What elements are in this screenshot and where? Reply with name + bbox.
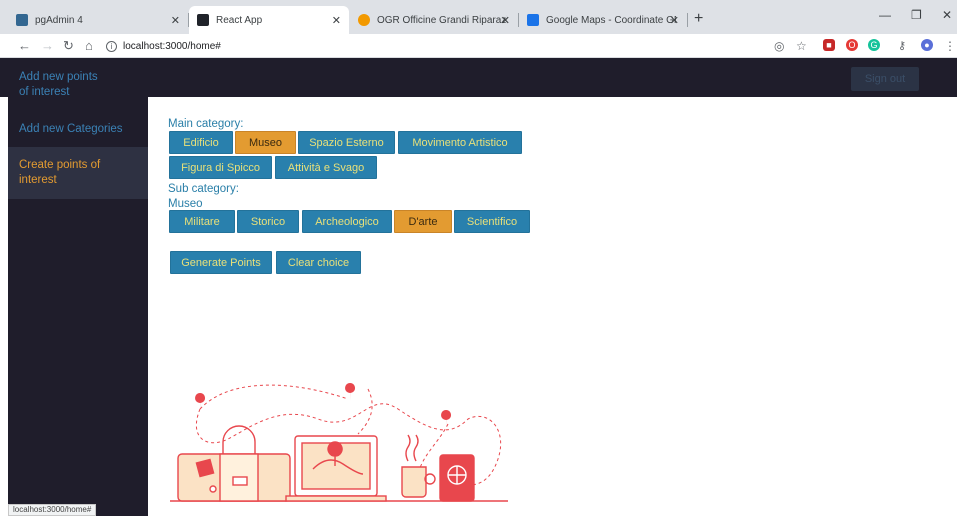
suitcase-icon (177, 425, 291, 502)
browser-tab-pgadmin[interactable]: pgAdmin 4 ✕ (8, 6, 188, 34)
category-edificio-button[interactable]: Edificio (169, 131, 233, 154)
passport-icon (439, 454, 475, 502)
travel-illustration (170, 383, 508, 502)
tab-title: Google Maps - Coordinate GPS - (546, 14, 676, 26)
extension-icon[interactable]: ■ (823, 39, 835, 51)
close-icon[interactable]: ✕ (501, 14, 510, 27)
main-content: Main category: Edificio Museo Spazio Est… (148, 97, 957, 516)
tab-separator (687, 13, 688, 27)
ogr-favicon-icon (358, 14, 370, 26)
restore-icon[interactable]: ❐ (911, 8, 922, 22)
tab-title: pgAdmin 4 (35, 14, 83, 26)
forward-icon[interactable]: → (41, 38, 54, 54)
close-window-icon[interactable]: ✕ (942, 8, 952, 22)
profile-avatar[interactable]: ● (921, 39, 933, 51)
sidebar-item-add-categories[interactable]: Add new Categories (8, 122, 148, 137)
browser-tab-react-app[interactable]: React App ✕ (189, 6, 349, 34)
sidebar-item-create-points[interactable]: Create points of interest (8, 147, 148, 199)
address-url: localhost:3000/home# (123, 40, 221, 52)
react-favicon-icon (197, 14, 209, 26)
sidebar-item-add-points[interactable]: Add new points of interest (8, 70, 120, 100)
category-museo-button[interactable]: Museo (235, 131, 296, 154)
browser-tab-google-maps[interactable]: Google Maps - Coordinate GPS - ✕ (519, 6, 687, 34)
maps-favicon-icon (527, 14, 539, 26)
main-category-label: Main category: (168, 118, 244, 130)
opera-extension-icon[interactable]: O (846, 39, 858, 51)
new-tab-icon[interactable]: + (694, 11, 703, 27)
category-figura-di-spicco-button[interactable]: Figura di Spicco (169, 156, 272, 179)
sub-archeologico-button[interactable]: Archeologico (302, 210, 392, 233)
close-icon[interactable]: ✕ (670, 14, 679, 27)
sub-darte-button[interactable]: D'arte (394, 210, 452, 233)
category-spazio-esterno-button[interactable]: Spazio Esterno (298, 131, 395, 154)
category-attivita-e-svago-button[interactable]: Attività e Svago (275, 156, 377, 179)
bookmark-star-icon[interactable]: ☆ (796, 38, 807, 54)
sidebar: Add new points of interest Add new Categ… (8, 58, 148, 516)
pgadmin-favicon-icon (16, 14, 28, 26)
close-icon[interactable]: ✕ (332, 14, 341, 27)
browser-toolbar: ← → ↻ ⌂ i localhost:3000/home# ◎ ☆ ■ O G… (0, 34, 957, 58)
browser-tab-strip: pgAdmin 4 ✕ React App ✕ OGR Officine Gra… (0, 0, 957, 34)
laptop-icon (285, 435, 387, 502)
sub-storico-button[interactable]: Storico (237, 210, 299, 233)
sub-scientifico-button[interactable]: Scientifico (454, 210, 530, 233)
status-bar-url: localhost:3000/home# (8, 504, 97, 516)
grammarly-icon[interactable]: G (868, 39, 880, 51)
browser-tab-ogr[interactable]: OGR Officine Grandi Riparazioni ✕ (350, 6, 518, 34)
back-icon[interactable]: ← (18, 38, 31, 54)
tab-title: OGR Officine Grandi Riparazioni (377, 14, 507, 26)
home-icon[interactable]: ⌂ (85, 38, 93, 54)
map-pin-icon (195, 383, 452, 428)
tab-title: React App (216, 14, 263, 26)
reload-icon[interactable]: ↻ (63, 38, 74, 54)
address-bar[interactable]: i localhost:3000/home# (106, 37, 756, 55)
clear-choice-button[interactable]: Clear choice (276, 251, 361, 274)
sidebar-item-label: Create points of interest (19, 159, 101, 186)
sub-category-label: Sub category: (168, 183, 239, 195)
generate-points-button[interactable]: Generate Points (170, 251, 272, 274)
location-icon[interactable]: ◎ (774, 38, 784, 54)
minimize-icon[interactable]: — (879, 8, 891, 22)
info-icon[interactable]: i (106, 40, 117, 52)
menu-kebab-icon[interactable]: ⋮ (944, 38, 956, 54)
sign-out-button[interactable]: Sign out (851, 67, 919, 91)
sub-militare-button[interactable]: Militare (169, 210, 235, 233)
category-movimento-artistico-button[interactable]: Movimento Artistico (398, 131, 522, 154)
close-icon[interactable]: ✕ (171, 14, 180, 27)
coffee-cup-icon (401, 434, 436, 498)
key-icon[interactable]: ⚷ (898, 38, 906, 54)
